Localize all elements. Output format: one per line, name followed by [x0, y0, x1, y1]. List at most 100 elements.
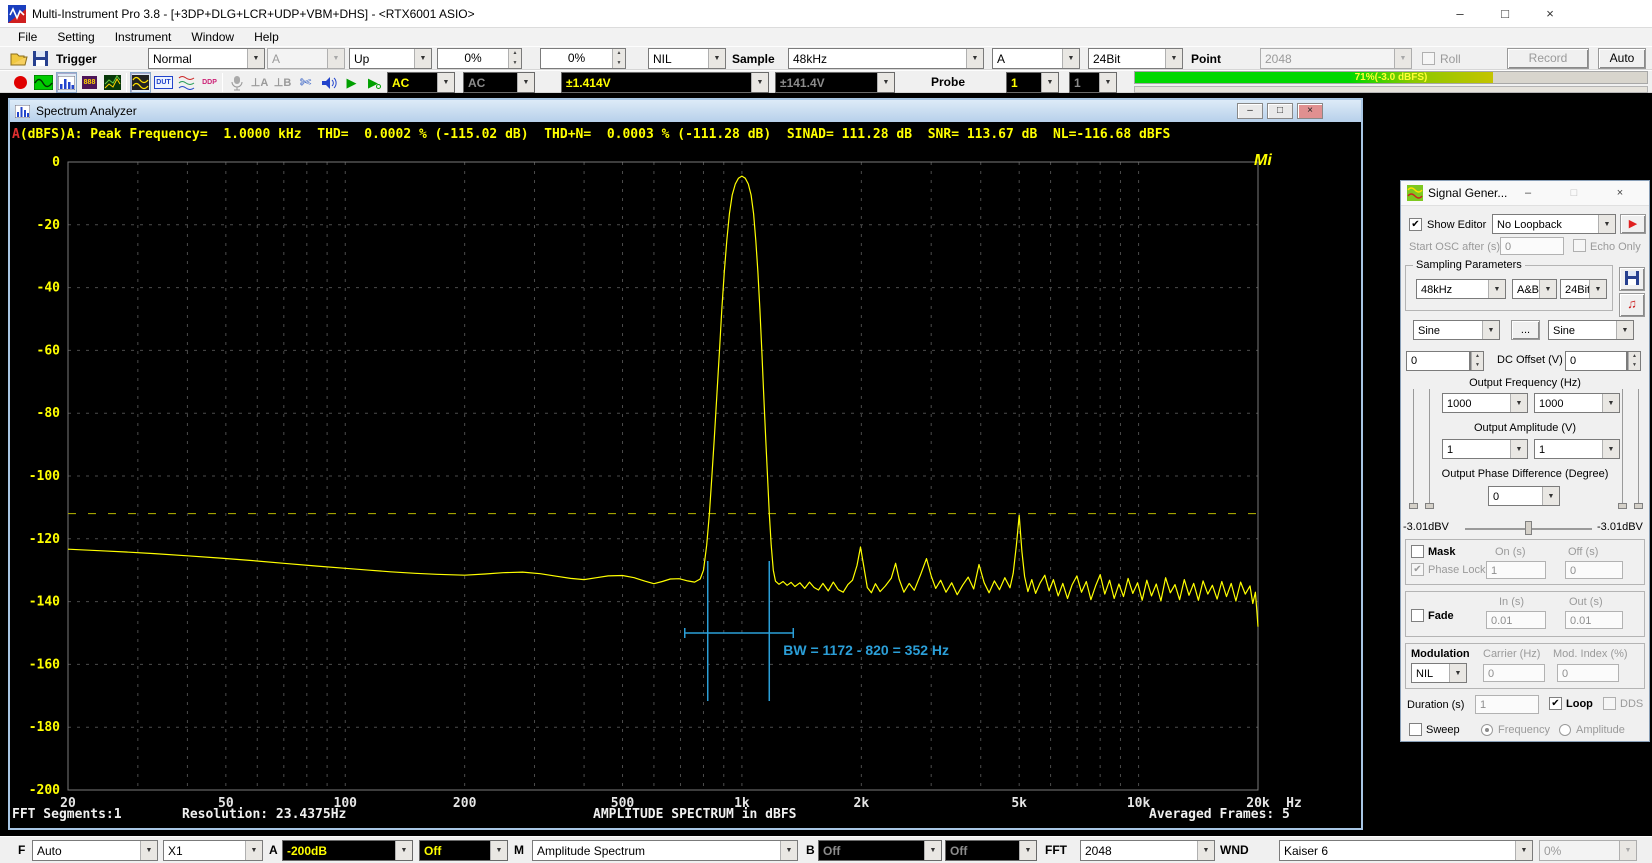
run-stop-button[interactable]	[10, 72, 31, 93]
derived-data-button[interactable]	[176, 72, 197, 93]
menu-setting[interactable]: Setting	[47, 30, 104, 44]
sample-channel-dropdown[interactable]: A▼	[992, 48, 1080, 69]
spectrum-analyzer-button[interactable]	[56, 72, 77, 93]
menu-help[interactable]: Help	[244, 30, 289, 44]
level-slider-b2[interactable]	[1638, 389, 1639, 509]
dc-offset-b-input[interactable]: 0	[1565, 351, 1627, 371]
auto-button[interactable]: Auto	[1598, 48, 1646, 69]
siggen-close-button[interactable]: ×	[1607, 185, 1633, 202]
sound-output-button[interactable]	[318, 72, 339, 93]
fade-checkbox[interactable]	[1411, 609, 1424, 622]
waveform-a-dropdown[interactable]: Sine▼	[1413, 320, 1500, 340]
probe-a-dropdown[interactable]: 1▼	[1006, 72, 1059, 93]
duration-label: Duration (s)	[1407, 699, 1464, 711]
level-slider-a2[interactable]	[1429, 389, 1430, 509]
show-editor-checkbox[interactable]: ✔	[1409, 218, 1422, 231]
window-function-dropdown[interactable]: Kaiser 6▼	[1279, 840, 1533, 861]
amplitude-b-dropdown[interactable]: 1▼	[1534, 439, 1620, 459]
oscilloscope-button[interactable]	[33, 72, 54, 93]
open-file-button[interactable]	[8, 48, 29, 69]
run-generator-button[interactable]: ▶	[1620, 214, 1646, 234]
range-a-dropdown[interactable]: ±1.414V▼	[561, 72, 769, 93]
music-note-button[interactable]: ♫	[1619, 293, 1645, 317]
dc-offset-a-spinner[interactable]: ▲▼	[1470, 351, 1484, 371]
spin-up-icon: ▲	[508, 49, 521, 59]
fft-segments-readout: FFT Segments:1	[12, 807, 122, 822]
spectrum-restore-button[interactable]: □	[1267, 103, 1293, 119]
spinner-buttons[interactable]: ▲▼	[612, 49, 625, 68]
trigger-delay-spinner[interactable]: 0% ▲▼	[540, 48, 626, 69]
dc-offset-a-input[interactable]: 0	[1406, 351, 1470, 371]
ddp-viewer-button[interactable]: DDP	[199, 72, 220, 93]
generator-channels-dropdown[interactable]: A&B▼	[1512, 279, 1557, 299]
slider-handle[interactable]	[1409, 503, 1418, 509]
menu-instrument[interactable]: Instrument	[105, 30, 182, 44]
slider-handle[interactable]	[1634, 503, 1643, 509]
slider-handle[interactable]	[1618, 503, 1627, 509]
sample-rate-dropdown[interactable]: 48kHz▼	[788, 48, 984, 69]
level-slider-a1[interactable]	[1413, 389, 1414, 509]
zoom-dropdown[interactable]: X1▼	[163, 840, 263, 861]
level-slider-b1[interactable]	[1622, 389, 1623, 509]
dc-offset-b-spinner[interactable]: ▲▼	[1627, 351, 1641, 371]
probe-calibration-button[interactable]: ✄	[295, 72, 316, 93]
slider-handle[interactable]	[1425, 503, 1434, 509]
spectrum-window-titlebar[interactable]: Spectrum Analyzer – □ ×	[10, 100, 1361, 122]
save-button[interactable]	[30, 48, 51, 69]
more-waveform-button[interactable]: ...	[1511, 320, 1540, 340]
spectrum-minimize-button[interactable]: –	[1237, 103, 1263, 119]
mi-logo: Mi	[1254, 152, 1272, 170]
trigger-level-spinner[interactable]: 0% ▲▼	[437, 48, 522, 69]
menu-window[interactable]: Window	[181, 30, 244, 44]
spinner-buttons[interactable]: ▲▼	[508, 49, 521, 68]
trigger-mode-dropdown[interactable]: Normal▼	[148, 48, 265, 69]
balance-slider-handle[interactable]	[1525, 521, 1532, 535]
modulation-dropdown[interactable]: NIL▼	[1411, 663, 1467, 683]
persistence-a-dropdown[interactable]: Off▼	[419, 840, 508, 861]
waveform-b-dropdown[interactable]: Sine▼	[1548, 320, 1634, 340]
speaker-icon	[321, 76, 337, 90]
display-mode-dropdown[interactable]: Amplitude Spectrum▼	[532, 840, 798, 861]
siggen-minimize-button[interactable]: –	[1515, 185, 1541, 202]
trigger-nil-dropdown[interactable]: NIL▼	[648, 48, 726, 69]
multimeter-button[interactable]: 888	[79, 72, 100, 93]
app-maximize-button[interactable]: □	[1490, 4, 1520, 24]
maximize-icon: □	[1571, 187, 1578, 199]
menu-file[interactable]: File	[8, 30, 47, 44]
play-loop-button[interactable]: ▶	[364, 72, 385, 93]
signal-generator-titlebar[interactable]: Signal Gener... – □ ×	[1401, 181, 1649, 206]
sample-bits-dropdown[interactable]: 24Bit▼	[1088, 48, 1183, 69]
app-close-button[interactable]: ×	[1535, 4, 1565, 24]
mask-checkbox[interactable]	[1411, 545, 1424, 558]
generator-rate-dropdown[interactable]: 48kHz▼	[1416, 279, 1506, 299]
frequency-a-dropdown[interactable]: 1000▼	[1442, 393, 1528, 413]
amplitude-a-dropdown[interactable]: 1▼	[1442, 439, 1528, 459]
save-signal-button[interactable]	[1619, 267, 1645, 291]
output-frequency-label: Output Frequency (Hz)	[1401, 377, 1649, 389]
spectrum-3d-button[interactable]	[102, 72, 123, 93]
signal-generator-button[interactable]	[130, 72, 151, 93]
loopback-dropdown[interactable]: No Loopback▼	[1492, 214, 1616, 234]
trigger-edge-dropdown[interactable]: Up▼	[349, 48, 432, 69]
dds-checkbox	[1603, 697, 1616, 710]
frequency-range-dropdown[interactable]: Auto▼	[32, 840, 158, 861]
close-icon: ×	[1617, 187, 1623, 199]
phase-dropdown[interactable]: 0▼	[1488, 486, 1560, 506]
generator-bits-dropdown[interactable]: 24Bit▼	[1560, 279, 1607, 299]
svg-text:-80: -80	[37, 406, 61, 421]
range-a-display-dropdown[interactable]: -200dB▼	[282, 840, 413, 861]
play-button[interactable]: ▶	[341, 72, 362, 93]
loop-checkbox[interactable]: ✔	[1549, 697, 1562, 710]
device-test-plan-button[interactable]: DUT	[153, 72, 174, 93]
spectrum-readout-bar: A (dBFS)A: Peak Frequency= 1.0000 kHz TH…	[10, 122, 1361, 146]
mask-on-label: On (s)	[1495, 546, 1526, 558]
spectrum-chart[interactable]: 0-20-40-60-80-100-120-140-160-180-200205…	[10, 146, 1361, 828]
sweep-checkbox[interactable]	[1409, 723, 1422, 736]
app-minimize-button[interactable]: –	[1445, 4, 1475, 24]
frequency-b-dropdown[interactable]: 1000▼	[1534, 393, 1620, 413]
coupling-a-dropdown[interactable]: AC▼	[387, 72, 455, 93]
calibration-button[interactable]	[226, 72, 247, 93]
spectrum-close-button[interactable]: ×	[1297, 103, 1323, 119]
plot-area[interactable]: 0-20-40-60-80-100-120-140-160-180-200205…	[10, 146, 1361, 828]
fft-size-dropdown[interactable]: 2048▼	[1080, 840, 1215, 861]
